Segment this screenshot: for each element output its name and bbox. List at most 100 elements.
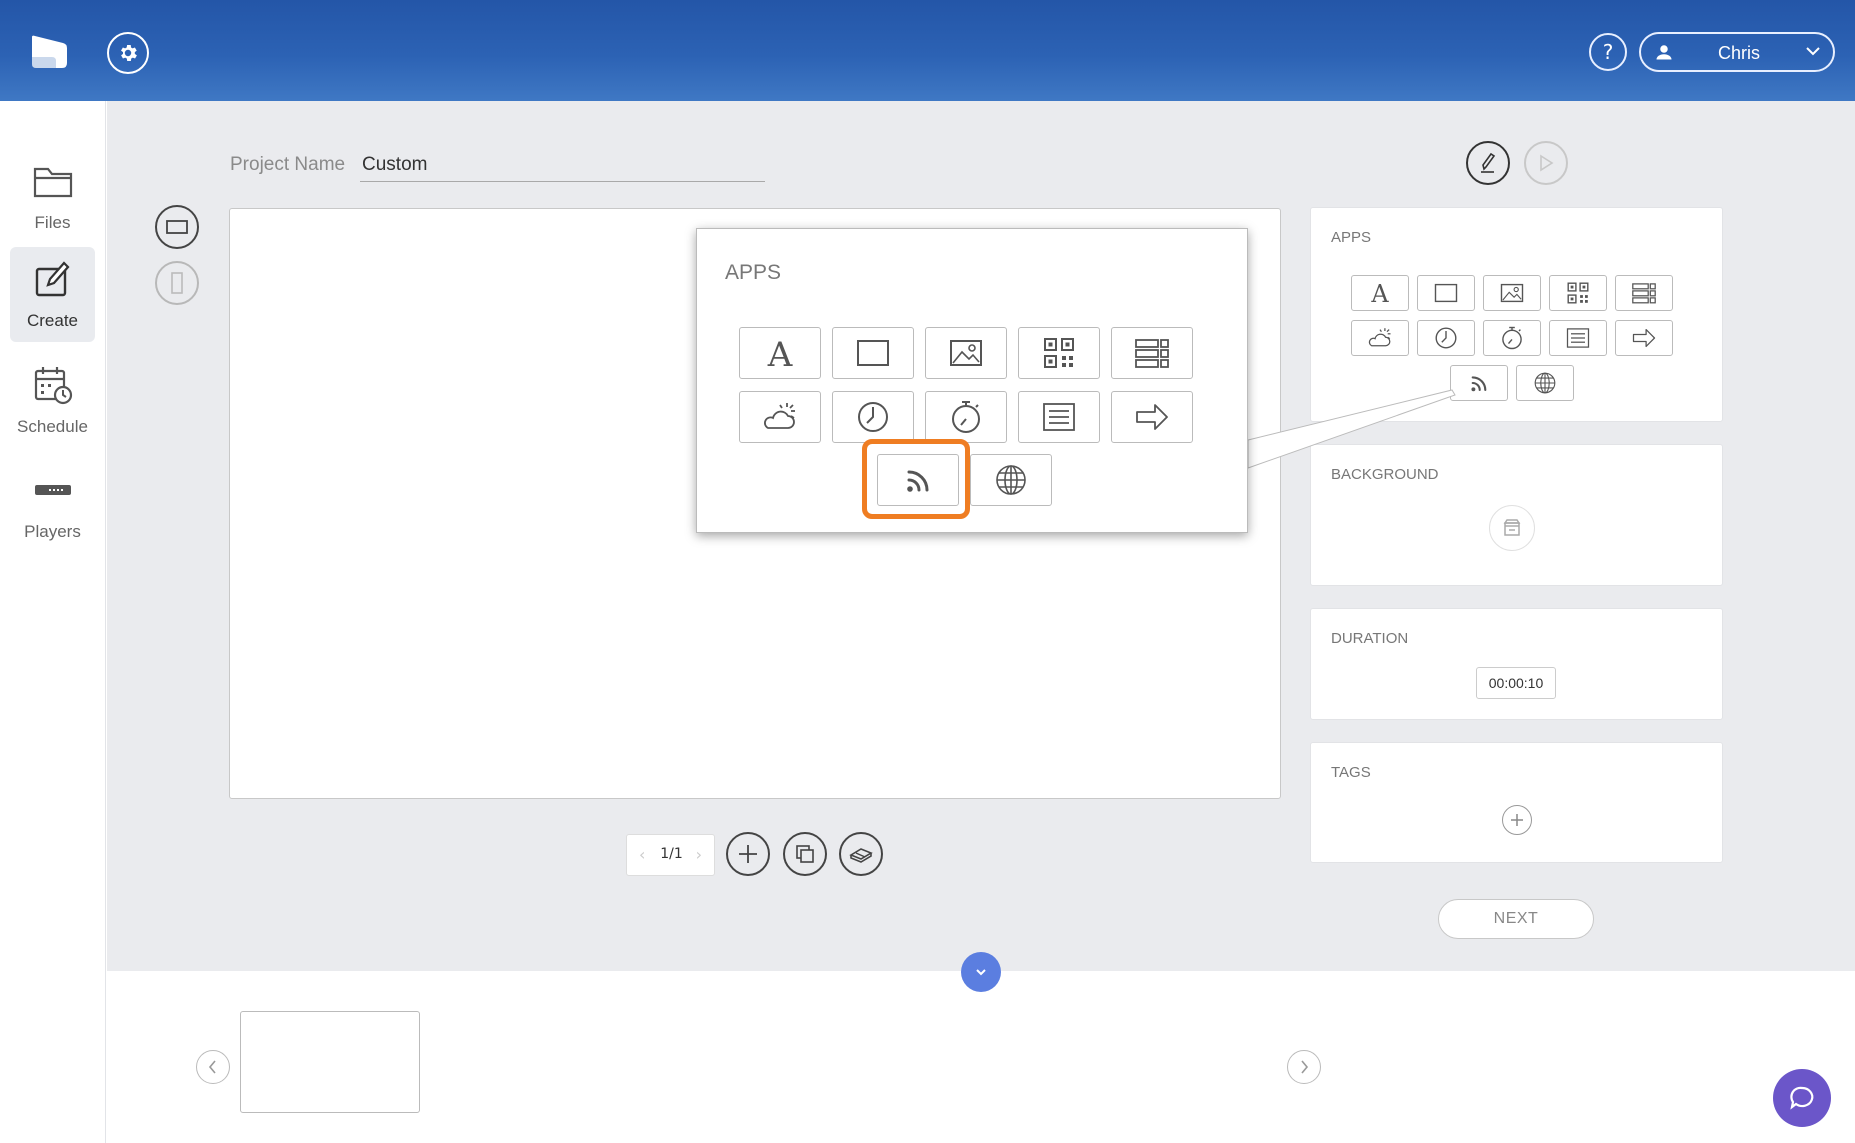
help-button[interactable]: ? [1589, 33, 1627, 71]
sidebar-item-create[interactable]: Create [10, 247, 95, 342]
page-number: 1/1 [660, 846, 683, 862]
help-label: ? [1602, 40, 1614, 64]
plus-icon [739, 845, 757, 863]
callout-app-timer[interactable] [925, 391, 1007, 443]
next-button[interactable]: NEXT [1438, 899, 1594, 939]
erase-page-button[interactable] [839, 832, 883, 876]
app-shape[interactable] [1417, 275, 1475, 311]
portrait-icon [171, 272, 183, 294]
sidebar: Files Create Schedule Players [0, 101, 106, 1143]
shape-icon [1432, 279, 1460, 307]
landscape-icon [166, 220, 188, 234]
settings-button[interactable] [107, 32, 149, 74]
callout-app-shape[interactable] [832, 327, 914, 379]
app-qr[interactable] [1549, 275, 1607, 311]
callout-title: APPS [725, 261, 782, 284]
callout-app-ticker[interactable] [1018, 391, 1100, 443]
tags-panel-title: TAGS [1331, 764, 1371, 781]
sidebar-item-label: Create [26, 311, 79, 330]
web-icon [991, 460, 1031, 500]
play-icon [1540, 154, 1554, 172]
rss-highlight-ring [862, 439, 970, 519]
callout-app-web[interactable] [970, 454, 1052, 506]
clock-icon [853, 397, 893, 437]
add-page-button[interactable] [726, 832, 770, 876]
thumbnail-prev-button[interactable] [196, 1050, 230, 1084]
chat-support-button[interactable] [1773, 1069, 1831, 1127]
app-list[interactable] [1615, 275, 1673, 311]
chevron-left-icon [208, 1060, 216, 1074]
app-arrow[interactable] [1615, 320, 1673, 356]
app-web[interactable] [1516, 365, 1574, 401]
clock-icon [1432, 324, 1460, 352]
app-text[interactable] [1351, 275, 1409, 311]
collapse-thumbnails-button[interactable] [961, 952, 1001, 992]
chevron-right-icon [1301, 1060, 1309, 1074]
sidebar-item-label: Players [24, 522, 81, 541]
landscape-orientation-button[interactable] [155, 205, 199, 249]
app-timer[interactable] [1483, 320, 1541, 356]
sidebar-item-players[interactable]: Players [10, 458, 95, 553]
app-weather[interactable] [1351, 320, 1409, 356]
rss-icon [1465, 369, 1493, 397]
app-image[interactable] [1483, 275, 1541, 311]
app-rss[interactable] [1450, 365, 1508, 401]
duration-panel: DURATION [1310, 608, 1723, 720]
apps-panel-title: APPS [1331, 229, 1372, 246]
timer-icon [1498, 324, 1526, 352]
thumbnail-next-button[interactable] [1287, 1050, 1321, 1084]
callout-app-weather[interactable] [739, 391, 821, 443]
text-icon [1366, 279, 1394, 307]
tags-panel: TAGS [1310, 742, 1723, 863]
edit-mode-button[interactable] [1466, 141, 1510, 185]
project-name-input[interactable] [360, 148, 765, 182]
preview-play-button[interactable] [1524, 141, 1568, 185]
callout-app-text[interactable] [739, 327, 821, 379]
user-menu-button[interactable]: Chris [1639, 32, 1835, 72]
text-icon [760, 333, 800, 373]
callout-app-qr[interactable] [1018, 327, 1100, 379]
callout-app-image[interactable] [925, 327, 1007, 379]
ticker-icon [1564, 324, 1592, 352]
arrow-icon [1630, 324, 1658, 352]
background-picker-button[interactable] [1489, 505, 1535, 551]
ticker-icon [1039, 397, 1079, 437]
background-panel: BACKGROUND [1310, 444, 1723, 586]
sidebar-item-label: Files [34, 213, 71, 232]
player-icon [35, 485, 71, 495]
top-header: ? Chris [0, 0, 1855, 101]
page-next-icon[interactable]: › [696, 845, 702, 864]
chat-bubble-icon [1790, 1086, 1814, 1110]
copy-icon [796, 845, 814, 863]
chevron-down-icon [1806, 47, 1820, 56]
add-tag-button[interactable] [1502, 805, 1532, 835]
callout-app-clock[interactable] [832, 391, 914, 443]
create-icon [35, 261, 70, 297]
apps-panel: APPS [1310, 207, 1723, 422]
duration-panel-title: DURATION [1331, 630, 1409, 647]
app-logo-icon[interactable] [30, 33, 70, 71]
app-clock[interactable] [1417, 320, 1475, 356]
duration-input[interactable] [1476, 667, 1556, 699]
project-name-label: Project Name [230, 154, 346, 175]
background-panel-title: BACKGROUND [1331, 466, 1439, 483]
shape-icon [853, 333, 893, 373]
page-thumbnail[interactable] [240, 1011, 420, 1113]
sidebar-item-files[interactable]: Files [10, 149, 95, 244]
sidebar-item-schedule[interactable]: Schedule [10, 353, 95, 448]
image-icon [1498, 279, 1526, 307]
portrait-orientation-button[interactable] [155, 261, 199, 305]
callout-app-list[interactable] [1111, 327, 1193, 379]
weather-icon [1366, 324, 1394, 352]
qr-icon [1039, 333, 1079, 373]
web-icon [1531, 369, 1559, 397]
duplicate-page-button[interactable] [783, 832, 827, 876]
gear-icon [121, 45, 137, 61]
timer-icon [946, 397, 986, 437]
pencil-icon [1481, 152, 1496, 173]
image-icon [946, 333, 986, 373]
qr-icon [1564, 279, 1592, 307]
schedule-icon [34, 367, 73, 405]
app-ticker[interactable] [1549, 320, 1607, 356]
callout-app-arrow[interactable] [1111, 391, 1193, 443]
